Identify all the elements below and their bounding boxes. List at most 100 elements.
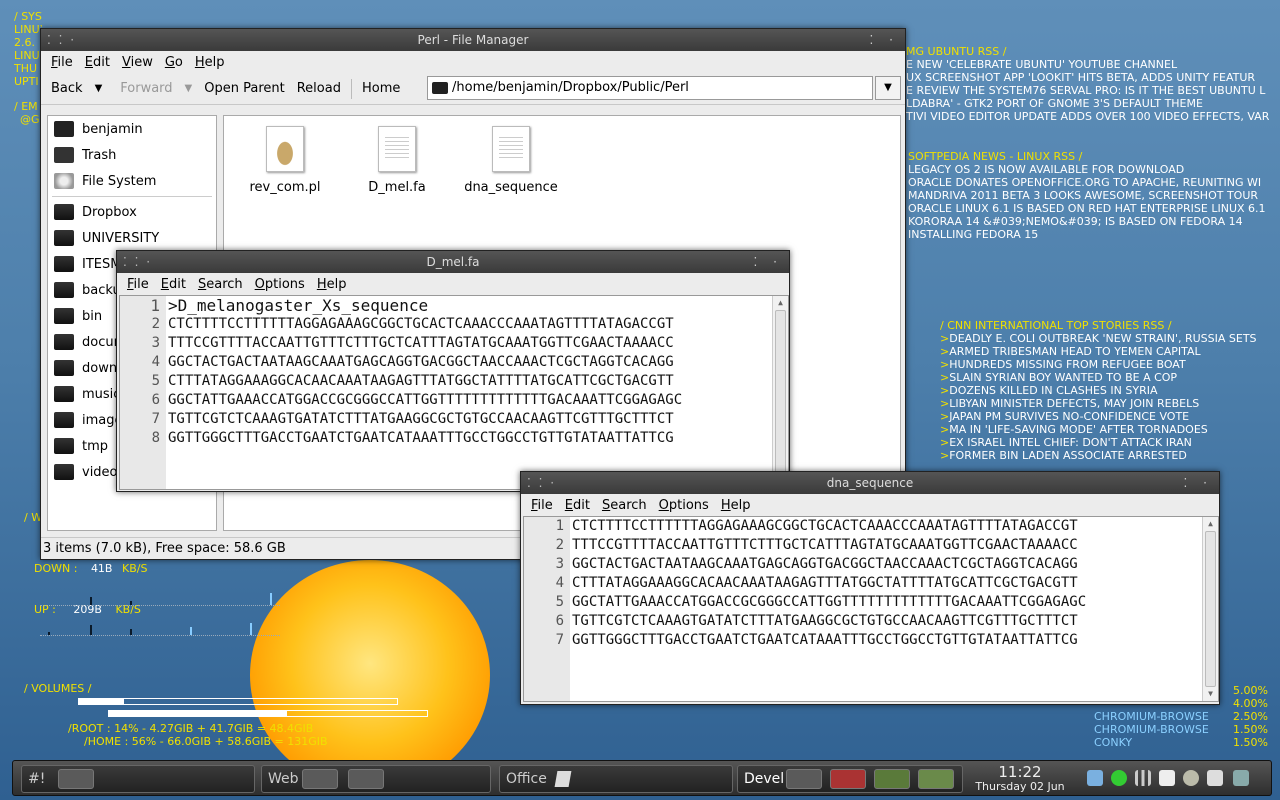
sidebar-item-filesystem[interactable]: File System bbox=[48, 168, 216, 194]
task-group-label: #! bbox=[28, 771, 46, 787]
window-controls[interactable]: ⁚ · bbox=[870, 29, 899, 51]
forward-dropdown-icon[interactable]: ▼ bbox=[179, 83, 199, 94]
window-thumb-icon[interactable] bbox=[786, 769, 822, 789]
rss-item[interactable]: FORMER BIN LADEN ASSOCIATE ARRESTED bbox=[949, 449, 1187, 462]
scroll-down-icon[interactable]: ▼ bbox=[1203, 687, 1218, 701]
editor-leaf-icon[interactable] bbox=[918, 769, 954, 789]
rss-item[interactable]: MA IN 'LIFE-SAVING MODE' AFTER TORNADOES bbox=[949, 423, 1208, 436]
task-group-terminal[interactable]: #! bbox=[21, 765, 255, 793]
editor-leaf-icon[interactable] bbox=[874, 769, 910, 789]
sidebar-item-dropbox[interactable]: Dropbox bbox=[48, 199, 216, 225]
rss-item[interactable]: SLAIN SYRIAN BOY WANTED TO BE A COP bbox=[949, 371, 1177, 384]
open-parent-button[interactable]: Open Parent bbox=[198, 81, 290, 96]
reload-button[interactable]: Reload bbox=[291, 81, 347, 96]
location-dropdown-icon[interactable]: ▼ bbox=[875, 76, 901, 100]
app-launcher-icon[interactable] bbox=[58, 769, 94, 789]
email-line: @G bbox=[20, 113, 40, 126]
menu-file[interactable]: File bbox=[45, 55, 79, 70]
window-controls[interactable]: ⁚ · bbox=[754, 251, 783, 273]
editor-titlebar[interactable]: ⁚ ⁚ · dna_sequence ⁚ · bbox=[521, 472, 1219, 494]
text-editor[interactable]: 1 >D_melanogaster_Xs_sequence 2 CTCTTTTCCT… bbox=[119, 295, 789, 490]
volume-icon[interactable] bbox=[1207, 770, 1223, 786]
menu-edit[interactable]: Edit bbox=[155, 277, 192, 292]
process-value: 1.50% bbox=[1233, 736, 1268, 749]
file-item[interactable]: rev_com.pl bbox=[230, 126, 340, 195]
menu-help[interactable]: Help bbox=[311, 277, 353, 292]
task-group-web[interactable]: Web bbox=[261, 765, 491, 793]
sidebar-item-university[interactable]: UNIVERSITY bbox=[48, 225, 216, 251]
menu-edit[interactable]: Edit bbox=[559, 498, 596, 513]
rss-item[interactable]: LDABRA' - GTK2 PORT OF GNOME 3'S DEFAULT… bbox=[906, 97, 1280, 110]
rss-item[interactable]: ORACLE LINUX 6.1 IS BASED ON RED HAT ENT… bbox=[908, 202, 1280, 215]
sidebar-item-trash[interactable]: Trash bbox=[48, 142, 216, 168]
rss-item[interactable]: LIBYAN MINISTER DEFECTS, MAY JOIN REBELS bbox=[949, 397, 1199, 410]
rss-item[interactable]: KORORAA 14 &#039;NEMO&#039; IS BASED ON … bbox=[908, 215, 1280, 228]
rss-item[interactable]: UX SCREENSHOT APP 'LOOKIT' HITS BETA, AD… bbox=[906, 71, 1280, 84]
editor-line: 5 CTTTATAGGAAAGGCACAACAAATAAGAGTTTATGGCTA… bbox=[151, 373, 674, 389]
browser-alt-icon[interactable] bbox=[348, 769, 384, 789]
task-group-devel[interactable]: Devel bbox=[737, 765, 963, 793]
vertical-scrollbar[interactable]: ▲ ▼ bbox=[772, 296, 788, 489]
file-manager-titlebar[interactable]: ⁚ ⁚ · Perl - File Manager ⁚ · bbox=[41, 29, 905, 51]
menu-file[interactable]: File bbox=[525, 498, 559, 513]
menu-options[interactable]: Options bbox=[653, 498, 715, 513]
menu-view[interactable]: View bbox=[116, 55, 159, 70]
system-header: SYSTEM bbox=[21, 10, 42, 23]
window-controls[interactable]: ⁚ · bbox=[1184, 472, 1213, 494]
menu-options[interactable]: Options bbox=[249, 277, 311, 292]
signal-bars-icon[interactable] bbox=[1135, 770, 1151, 786]
rss-item[interactable]: DOZENS KILLED IN CLASHES IN SYRIA bbox=[949, 384, 1157, 397]
clock[interactable]: 11:22 Thursday 02 Jun bbox=[975, 764, 1065, 794]
status-green-icon[interactable] bbox=[1111, 770, 1127, 786]
editor-menubar: File Edit Search Options Help bbox=[521, 494, 1219, 516]
rss-item[interactable]: HUNDREDS MISSING FROM REFUGEE BOAT bbox=[949, 358, 1185, 371]
file-item[interactable]: dna_sequence bbox=[456, 126, 566, 195]
menu-edit[interactable]: Edit bbox=[79, 55, 116, 70]
menu-help[interactable]: Help bbox=[715, 498, 757, 513]
dropbox-icon[interactable] bbox=[1087, 770, 1103, 786]
folder-icon bbox=[432, 82, 448, 94]
scroll-thumb[interactable] bbox=[1205, 531, 1216, 687]
forward-button[interactable]: Forward bbox=[114, 81, 178, 96]
scroll-up-icon[interactable]: ▲ bbox=[1203, 517, 1218, 531]
rss-item[interactable]: JAPAN PM SURVIVES NO-CONFIDENCE VOTE bbox=[949, 410, 1189, 423]
menu-go[interactable]: Go bbox=[159, 55, 189, 70]
rss-item[interactable]: EX ISRAEL INTEL CHIEF: DON'T ATTACK IRAN bbox=[949, 436, 1192, 449]
clipboard-icon[interactable] bbox=[1159, 770, 1175, 786]
back-button[interactable]: Back bbox=[45, 81, 89, 96]
editor-titlebar[interactable]: ⁚ ⁚ · D_mel.fa ⁚ · bbox=[117, 251, 789, 273]
trash-icon bbox=[54, 147, 74, 163]
vertical-scrollbar[interactable]: ▲ ▼ bbox=[1202, 517, 1218, 701]
rss-item[interactable]: ARMED TRIBESMAN HEAD TO YEMEN CAPITAL bbox=[949, 345, 1200, 358]
system-line: LINUX - X86_64 bbox=[14, 23, 42, 36]
process-value: 4.00% bbox=[1233, 697, 1268, 710]
scroll-up-icon[interactable]: ▲ bbox=[773, 296, 788, 310]
editor-line: 1 CTCTTTTCCTTTTTTAGGAGAAAGCGGCTGCACTCAAAC… bbox=[555, 518, 1078, 534]
rss-item[interactable]: TIVI VIDEO EDITOR UPDATE ADDS OVER 100 V… bbox=[906, 110, 1280, 123]
rss-item[interactable]: MANDRIVA 2011 BETA 3 LOOKS AWESOME, SCRE… bbox=[908, 189, 1280, 202]
rss-item[interactable]: E NEW 'CELEBRATE UBUNTU' YOUTUBE CHANNEL bbox=[906, 58, 1280, 71]
rss-item[interactable]: ORACLE DONATES OPENOFFICE.ORG TO APACHE,… bbox=[908, 176, 1280, 189]
sidebar-item-home[interactable]: benjamin bbox=[48, 116, 216, 142]
back-dropdown-icon[interactable]: ▼ bbox=[89, 83, 109, 94]
settings-icon[interactable] bbox=[1233, 770, 1249, 786]
menu-file[interactable]: File bbox=[121, 277, 155, 292]
browser-icon[interactable] bbox=[302, 769, 338, 789]
task-group-office[interactable]: Office bbox=[499, 765, 733, 793]
sidebar-item-label: bin bbox=[82, 308, 103, 324]
text-editor[interactable]: 1 CTCTTTTCCTTTTTTAGGAGAAAGCGGCTGCACTCAAAC… bbox=[523, 516, 1219, 702]
menu-search[interactable]: Search bbox=[596, 498, 653, 513]
window-thumb-icon[interactable] bbox=[830, 769, 866, 789]
rss-item[interactable]: E REVIEW THE SYSTEM76 SERVAL PRO: IS IT … bbox=[906, 84, 1280, 97]
rss-item[interactable]: INSTALLING FEDORA 15 bbox=[908, 228, 1280, 241]
menu-help[interactable]: Help bbox=[189, 55, 231, 70]
home-button[interactable]: Home bbox=[356, 81, 406, 96]
rss-item[interactable]: DEADLY E. COLI OUTBREAK 'NEW STRAIN', RU… bbox=[949, 332, 1256, 345]
location-field[interactable]: /home/benjamin/Dropbox/Public/Perl bbox=[427, 76, 873, 100]
drive-icon[interactable] bbox=[1183, 770, 1199, 786]
file-item[interactable]: D_mel.fa bbox=[342, 126, 452, 195]
rss-item[interactable]: LEGACY OS 2 IS NOW AVAILABLE FOR DOWNLOA… bbox=[908, 163, 1280, 176]
pen-icon[interactable] bbox=[554, 771, 572, 787]
menu-search[interactable]: Search bbox=[192, 277, 249, 292]
scroll-thumb[interactable] bbox=[775, 310, 786, 475]
